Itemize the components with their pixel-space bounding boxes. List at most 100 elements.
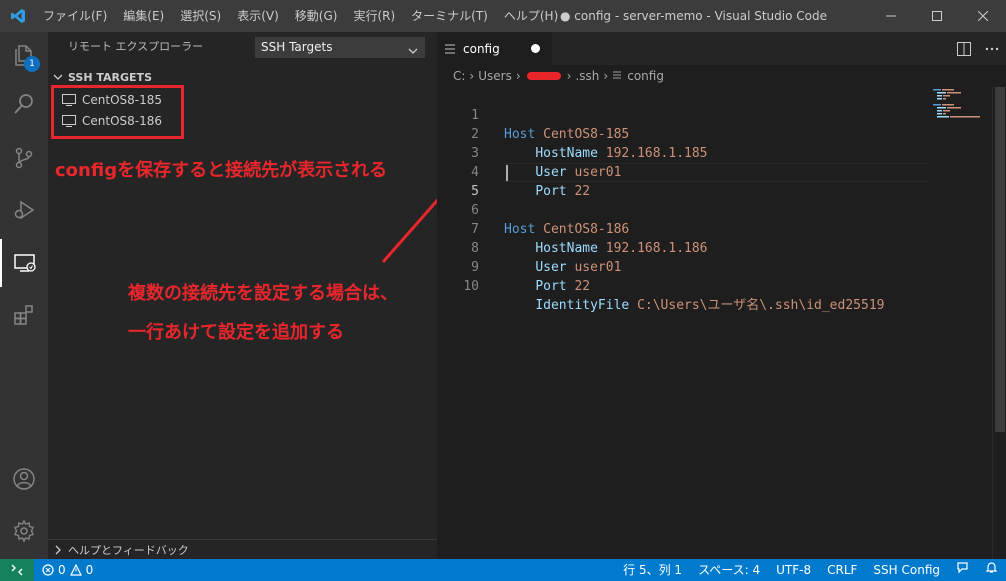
config-file-icon — [437, 43, 463, 55]
explorer-badge: 1 — [24, 56, 40, 72]
sidebar-title: リモート エクスプローラー — [68, 40, 204, 53]
line-number: 10 — [463, 279, 479, 294]
code-line: 3 User user01 — [437, 125, 937, 180]
bell-icon — [985, 562, 998, 573]
code-line: 9 Port 22 — [437, 239, 937, 294]
chevron-right-icon: › — [566, 69, 572, 83]
editor-actions — [950, 32, 1006, 65]
redaction-mark — [526, 72, 561, 80]
chevron-right-icon: › — [603, 69, 609, 83]
minimap[interactable] — [931, 87, 992, 137]
maximize-icon — [932, 11, 942, 21]
split-editor-icon — [957, 41, 971, 56]
feedback-icon — [957, 562, 968, 574]
breadcrumb-item[interactable]: Users — [478, 69, 512, 83]
split-editor-button[interactable] — [950, 41, 978, 56]
remote-indicator-button[interactable] — [0, 559, 34, 581]
code-value: C:\Users\ユーザ名\.ssh\id_ed25519 — [637, 298, 885, 313]
more-icon — [985, 47, 999, 50]
account-icon — [13, 468, 35, 490]
close-icon — [978, 11, 988, 21]
section-title: SSH TARGETS — [68, 70, 152, 84]
activity-manage[interactable] — [0, 507, 48, 555]
editor-tab-bar: config — [437, 32, 1006, 65]
help-section-label: ヘルプとフィードバック — [68, 543, 189, 557]
title-bar: ファイル(F) 編集(E) 選択(S) 表示(V) 移動(G) 実行(R) ター… — [0, 0, 1006, 32]
menu-view[interactable]: 表示(V) — [229, 0, 287, 32]
code-line: 5 — [437, 163, 937, 199]
menu-terminal[interactable]: ターミナル(T) — [403, 0, 496, 32]
chevron-down-icon — [408, 43, 418, 62]
run-debug-icon — [14, 200, 35, 220]
activity-bar: 1 — [0, 32, 48, 559]
code-keyword: IdentityFile — [535, 298, 630, 313]
feedback-button[interactable] — [948, 559, 977, 581]
minimize-button[interactable] — [868, 0, 914, 32]
close-button[interactable] — [960, 0, 1006, 32]
remote-explorer-icon — [14, 254, 36, 272]
menu-edit[interactable]: 編集(E) — [115, 0, 172, 32]
warning-icon — [69, 564, 82, 576]
activity-source-control[interactable] — [0, 134, 48, 182]
menu-run[interactable]: 実行(R) — [345, 0, 403, 32]
scrollbar-thumb[interactable] — [995, 87, 1005, 432]
code-line: 8 User user01 — [437, 220, 937, 275]
breadcrumb-item[interactable]: C: — [453, 69, 465, 83]
file-encoding[interactable]: UTF-8 — [768, 559, 819, 581]
activity-explorer[interactable]: 1 — [0, 32, 48, 80]
chevron-down-icon — [48, 72, 68, 82]
maximize-button[interactable] — [914, 0, 960, 32]
breadcrumb-item[interactable]: config — [627, 69, 664, 83]
vscode-logo-icon — [0, 0, 35, 32]
annotation-note: configを保存すると接続先が表示される — [55, 160, 388, 181]
ssh-targets-section-header[interactable]: SSH TARGETS — [48, 68, 437, 86]
search-icon — [14, 94, 33, 114]
code-line: 2 HostName 192.168.1.185 — [437, 106, 937, 161]
menu-selection[interactable]: 選択(S) — [172, 0, 229, 32]
vertical-scrollbar[interactable] — [992, 87, 1006, 559]
dropdown-value: SSH Targets — [261, 40, 333, 54]
source-control-icon — [15, 147, 33, 169]
chevron-right-icon: › — [469, 69, 475, 83]
remote-icon — [11, 564, 23, 576]
notifications-button[interactable] — [977, 559, 1006, 581]
cursor-position[interactable]: 行 5、列 1 — [615, 559, 690, 581]
error-count: 0 — [58, 563, 66, 577]
activity-extensions[interactable] — [0, 291, 48, 339]
code-line: 4 Port 22 — [437, 144, 937, 199]
window-controls — [868, 0, 1006, 32]
settings-gear-icon — [14, 519, 34, 543]
problems-indicator[interactable]: 0 0 — [42, 559, 93, 581]
window-title: ● config - server-memo - Visual Studio C… — [560, 9, 827, 23]
language-mode[interactable]: SSH Config — [865, 559, 948, 581]
status-right-group: 行 5、列 1 スペース: 4 UTF-8 CRLF SSH Config — [615, 559, 1006, 581]
warning-count: 0 — [85, 563, 94, 577]
annotation-highlight-box — [51, 85, 184, 139]
menu-go[interactable]: 移動(G) — [287, 0, 346, 32]
remote-type-dropdown[interactable]: SSH Targets — [255, 37, 425, 58]
menu-help[interactable]: ヘルプ(H) — [496, 0, 566, 32]
end-of-line[interactable]: CRLF — [819, 559, 865, 581]
breadcrumb: C: › Users › › .ssh › config — [437, 65, 1006, 87]
chevron-right-icon — [48, 545, 68, 555]
error-icon — [42, 564, 54, 576]
indentation[interactable]: スペース: 4 — [690, 559, 768, 581]
config-file-icon — [612, 69, 622, 83]
activity-accounts[interactable] — [0, 455, 48, 503]
activity-remote-explorer[interactable] — [0, 239, 48, 287]
menu-bar: ファイル(F) 編集(E) 選択(S) 表示(V) 移動(G) 実行(R) ター… — [35, 0, 566, 32]
annotation-note: 一行あけて設定を追加する — [128, 322, 344, 343]
unsaved-dot-icon[interactable] — [531, 44, 540, 53]
code-line: 6 Host CentOS8-186 — [437, 182, 937, 237]
help-feedback-section[interactable]: ヘルプとフィードバック — [48, 539, 437, 559]
tab-config[interactable]: config — [437, 32, 552, 65]
activity-search[interactable] — [0, 80, 48, 128]
more-actions-button[interactable] — [978, 47, 1006, 51]
code-line: 7 HostName 192.168.1.186 — [437, 201, 937, 256]
menu-file[interactable]: ファイル(F) — [35, 0, 115, 32]
breadcrumb-item[interactable]: .ssh — [575, 69, 599, 83]
code-editor[interactable]: 1 Host CentOS8-185 2 HostName 192.168.1.… — [437, 87, 1006, 559]
code-value: 22 — [574, 279, 591, 294]
code-line: 1 Host CentOS8-185 — [437, 87, 937, 142]
activity-run-debug[interactable] — [0, 186, 48, 234]
